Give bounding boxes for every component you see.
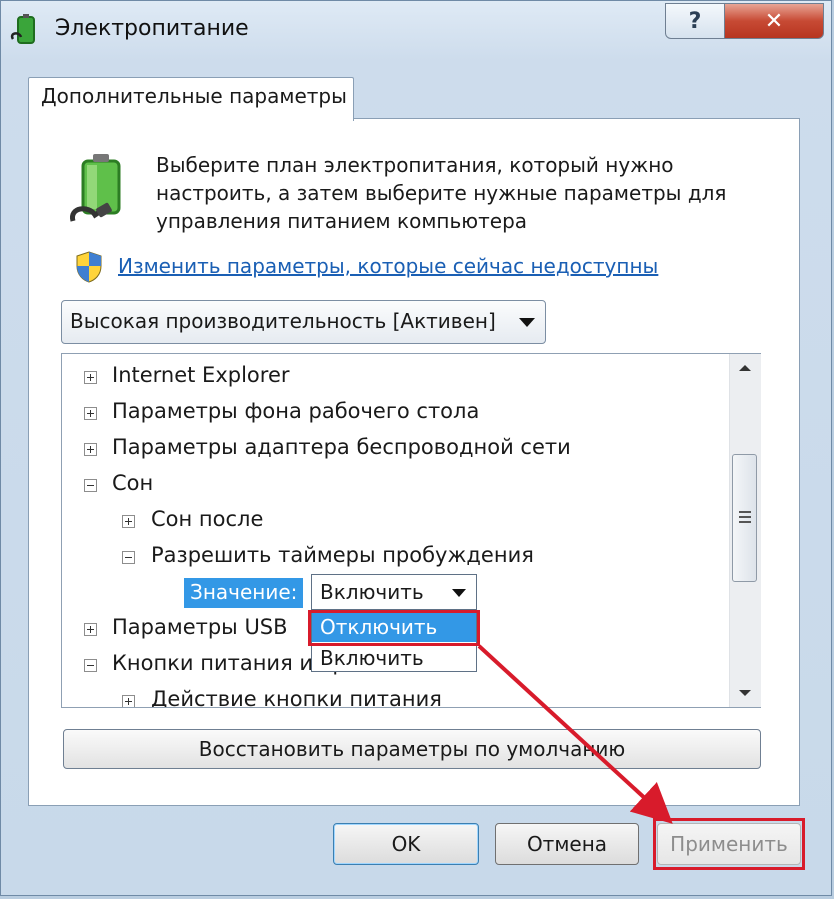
tab-advanced-settings[interactable]: Дополнительные параметры: [28, 77, 354, 121]
restore-defaults-button[interactable]: Восстановить параметры по умолчанию: [63, 729, 761, 769]
tree-scrollbar[interactable]: [729, 354, 761, 707]
battery-plug-icon: [70, 154, 121, 222]
expand-plus-icon[interactable]: [122, 695, 135, 707]
tree-item-label: Действие кнопки питания: [151, 687, 442, 708]
expand-plus-icon[interactable]: [84, 407, 97, 420]
option-enable[interactable]: Включить: [312, 643, 476, 673]
close-button[interactable]: ✕: [724, 3, 824, 39]
highlight-box-disable-option: [308, 610, 480, 646]
scroll-down-arrow-icon[interactable]: [730, 679, 761, 707]
grip-icon: [739, 511, 751, 523]
chevron-down-icon: [519, 318, 535, 327]
tree-item-label: Разрешить таймеры пробуждения: [151, 543, 534, 567]
scroll-thumb[interactable]: [732, 454, 757, 582]
chevron-down-icon: [452, 589, 466, 597]
collapse-minus-icon[interactable]: [84, 659, 97, 672]
collapse-minus-icon[interactable]: [122, 551, 135, 564]
uac-shield-icon: [76, 251, 102, 283]
expand-plus-icon[interactable]: [122, 515, 135, 528]
cancel-button[interactable]: Отмена: [495, 823, 639, 865]
highlight-box-apply: [653, 818, 805, 870]
wake-timers-value-select[interactable]: Включить: [311, 574, 477, 610]
wake-timers-value: Включить: [320, 580, 424, 604]
tree-item-label: Параметры фона рабочего стола: [112, 399, 480, 423]
expand-plus-icon[interactable]: [84, 623, 97, 636]
tree-item-label: Сон: [112, 471, 154, 495]
tree-item-label: Параметры USB: [112, 615, 288, 639]
power-plan-select[interactable]: Высокая производительность [Активен]: [61, 300, 546, 344]
title-bar[interactable]: Электропитание ? ✕: [1, 1, 831, 63]
change-unavailable-settings-link[interactable]: Изменить параметры, которые сейчас недос…: [118, 254, 658, 278]
power-options-dialog: Электропитание ? ✕ Дополнительные параме…: [0, 0, 832, 896]
window-title: Электропитание: [55, 16, 249, 41]
description-text: Выберите план электропитания, который ну…: [156, 153, 727, 233]
scroll-up-arrow-icon[interactable]: [730, 354, 761, 382]
expand-plus-icon[interactable]: [84, 371, 97, 384]
power-plug-icon: [10, 14, 35, 44]
power-plan-value: Высокая производительность [Активен]: [70, 309, 496, 333]
collapse-minus-icon[interactable]: [84, 479, 97, 492]
expand-plus-icon[interactable]: [84, 443, 97, 456]
tree-item-label: Сон после: [151, 507, 264, 531]
value-label: Значение:: [184, 578, 304, 608]
ok-button[interactable]: OK: [333, 823, 479, 865]
tree-item-label: Internet Explorer: [112, 363, 290, 387]
help-button[interactable]: ?: [665, 3, 725, 39]
tree-item-label: Параметры адаптера беспроводной сети: [112, 435, 571, 459]
